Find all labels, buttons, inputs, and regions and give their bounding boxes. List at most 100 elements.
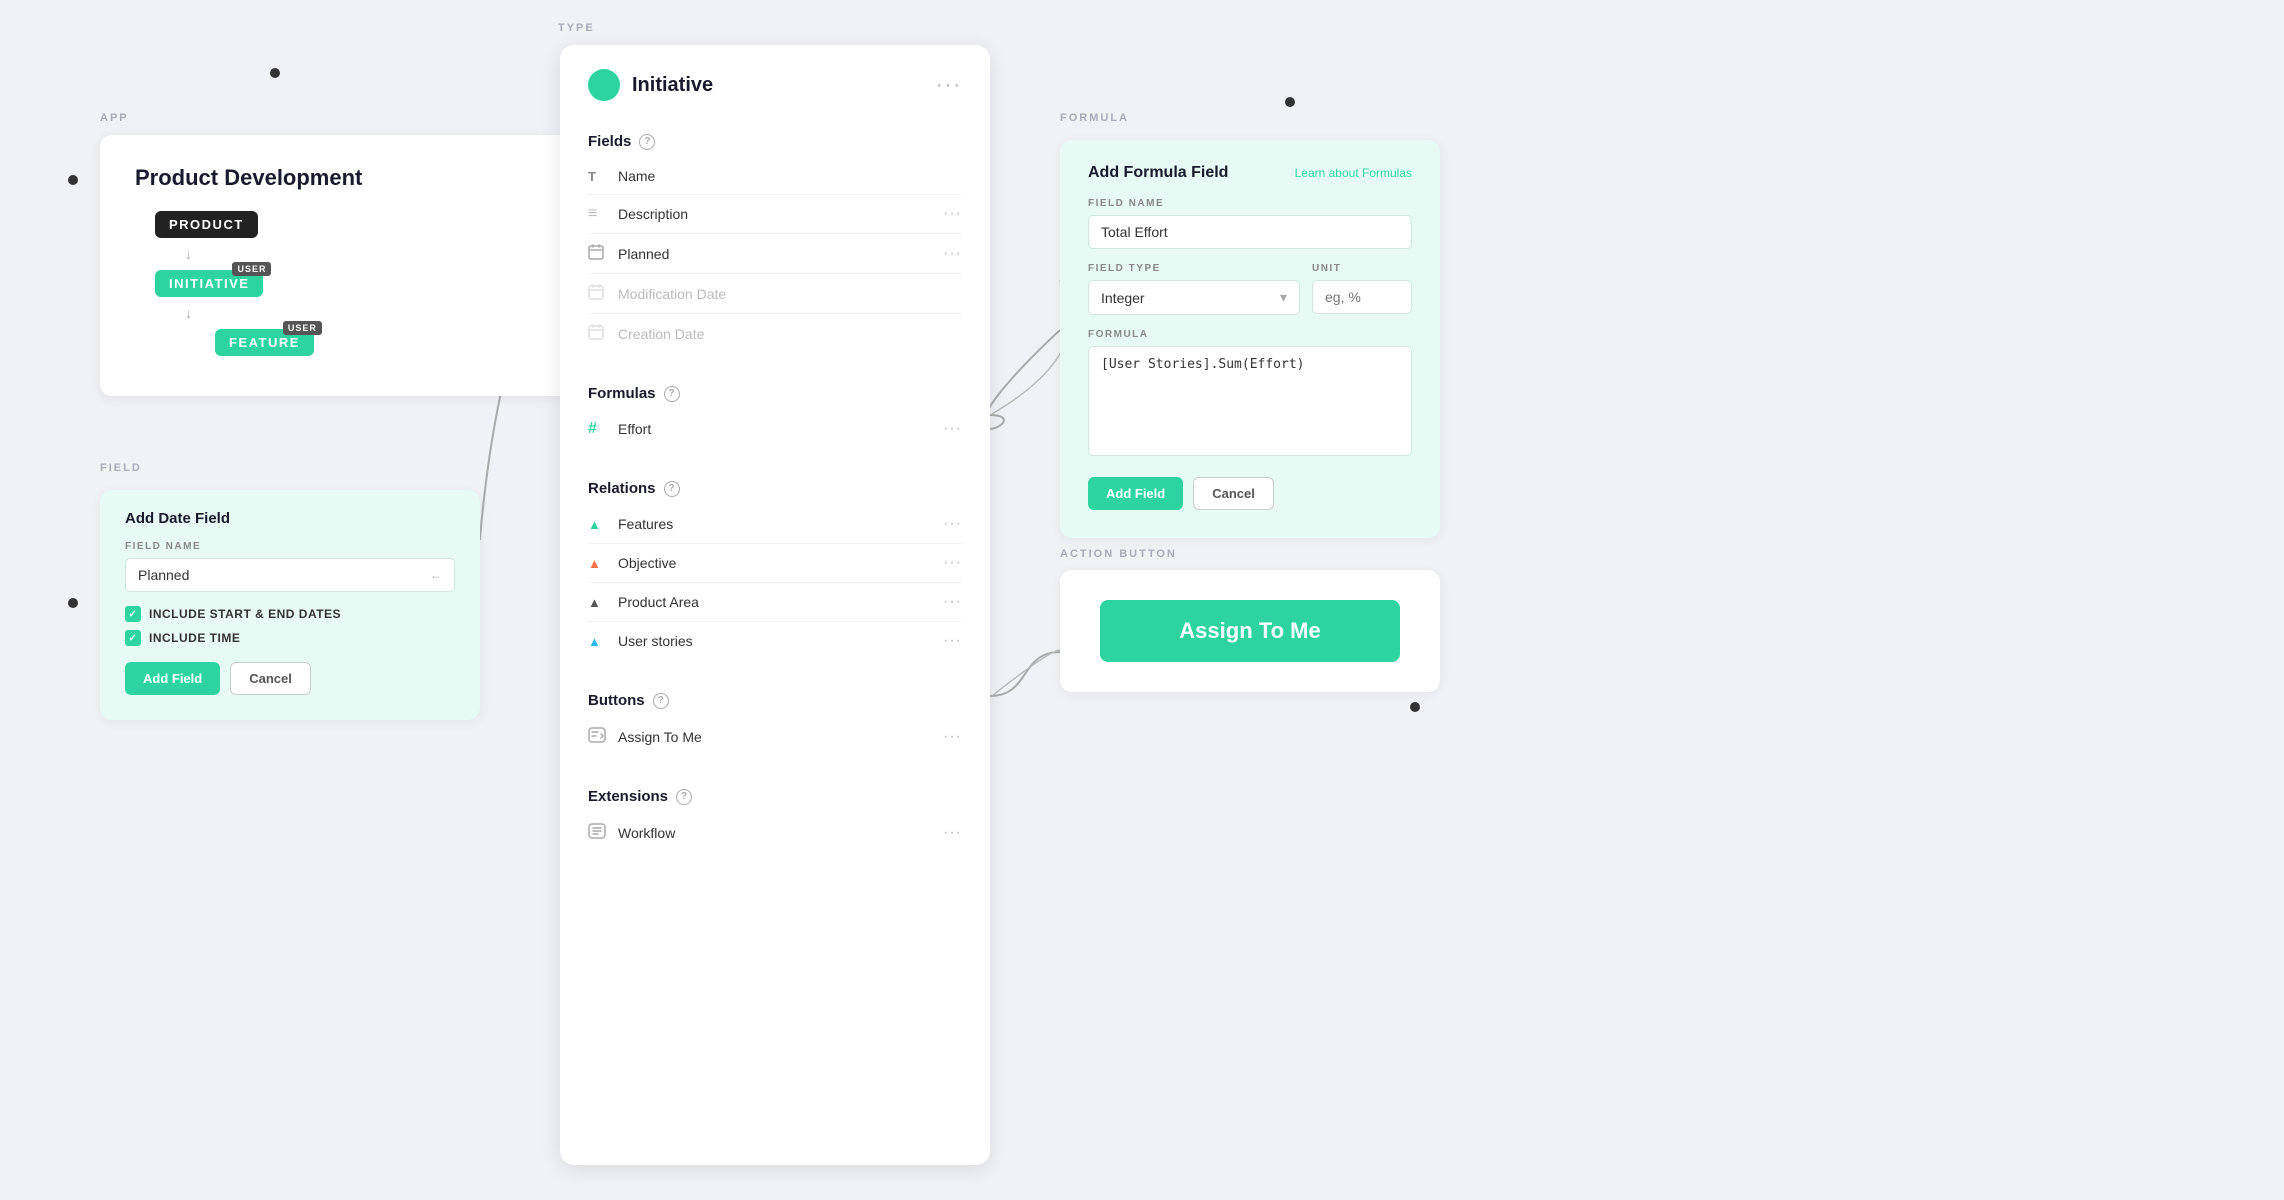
dot-1 <box>270 68 280 78</box>
field-row-objective: ▲ Objective ··· <box>588 544 962 583</box>
initiative-label: INITIATIVE <box>169 276 249 291</box>
assign-to-me-button[interactable]: Assign To Me <box>1100 600 1400 662</box>
formula-cancel-button[interactable]: Cancel <box>1193 477 1274 510</box>
formula-field-type-select[interactable]: Integer ▾ <box>1088 280 1300 315</box>
formula-unit-label: UNIT <box>1312 263 1412 274</box>
creation-icon <box>588 324 610 343</box>
formula-label: FORMULA <box>1060 112 1129 124</box>
field-row-description: ≡ Description ··· <box>588 195 962 234</box>
field-row-name: T Name <box>588 158 962 195</box>
extensions-title: Extensions <box>588 788 668 805</box>
field-label: FIELD <box>100 462 142 474</box>
field-row-assign: Assign To Me ··· <box>588 717 962 756</box>
dot-3 <box>68 175 78 185</box>
formula-add-button[interactable]: Add Field <box>1088 477 1183 510</box>
features-more-btn[interactable]: ··· <box>943 515 962 533</box>
formula-formula-label: FORMULA <box>1088 329 1412 340</box>
formula-field-name-input[interactable] <box>1088 215 1412 249</box>
assign-icon <box>588 727 610 746</box>
description-icon: ≡ <box>588 205 610 223</box>
product-area-more-btn[interactable]: ··· <box>943 593 962 611</box>
workflow-field-label: Workflow <box>618 825 943 841</box>
effort-more-btn[interactable]: ··· <box>943 420 962 438</box>
dot-4 <box>68 598 78 608</box>
checkbox-start-end[interactable]: INCLUDE START & END DATES <box>125 606 455 622</box>
description-field-label: Description <box>618 206 943 222</box>
field-input-arrow: ← <box>430 568 442 582</box>
arrow-down-2: ↓ <box>185 305 192 321</box>
arrow-down-1: ↓ <box>185 246 192 262</box>
checkbox-start-end-icon[interactable] <box>125 606 141 622</box>
select-chevron-icon: ▾ <box>1280 289 1287 306</box>
dot-5 <box>1410 702 1420 712</box>
app-label: APP <box>100 112 129 124</box>
effort-icon: # <box>588 420 610 438</box>
type-more-button[interactable]: ··· <box>936 74 962 97</box>
field-name-label: FIELD NAME <box>125 541 455 552</box>
field-name-input[interactable]: Planned ← <box>125 558 455 592</box>
checkbox-time-label: INCLUDE TIME <box>149 631 240 645</box>
field-add-button[interactable]: Add Field <box>125 662 220 695</box>
user-stories-more-btn[interactable]: ··· <box>943 632 962 650</box>
product-label: PRODUCT <box>169 217 244 232</box>
product-area-icon: ▲ <box>588 595 610 610</box>
checkbox-time-icon[interactable] <box>125 630 141 646</box>
formulas-title: Formulas <box>588 385 656 402</box>
product-box: PRODUCT <box>155 211 258 238</box>
buttons-title: Buttons <box>588 692 645 709</box>
planned-field-label: Planned <box>618 246 943 262</box>
field-type-value: Integer <box>1101 290 1145 306</box>
field-cancel-button[interactable]: Cancel <box>230 662 311 695</box>
action-section: Assign To Me <box>1060 570 1440 692</box>
features-field-label: Features <box>618 516 943 532</box>
formulas-section: Formulas ? # Effort ··· <box>560 371 990 448</box>
objective-more-btn[interactable]: ··· <box>943 554 962 572</box>
extensions-help-icon[interactable]: ? <box>676 789 692 805</box>
field-row-user-stories: ▲ User stories ··· <box>588 622 962 660</box>
assign-field-label: Assign To Me <box>618 729 943 745</box>
app-card: Product Development PRODUCT ↓ INITIATIVE… <box>100 135 590 396</box>
app-title: Product Development <box>135 165 555 191</box>
feature-badge: USER <box>283 321 322 335</box>
type-header: Initiative ··· <box>560 45 990 119</box>
learn-link[interactable]: Learn about Formulas <box>1295 166 1412 180</box>
formula-field-name-label: FIELD NAME <box>1088 198 1412 209</box>
user-stories-field-label: User stories <box>618 633 943 649</box>
type-title: Initiative <box>632 74 713 97</box>
field-row-product-area: ▲ Product Area ··· <box>588 583 962 622</box>
field-name-value: Planned <box>138 567 189 583</box>
field-card: Add Date Field FIELD NAME Planned ← INCL… <box>100 490 480 720</box>
assign-more-btn[interactable]: ··· <box>943 728 962 746</box>
feature-label: FEATURE <box>229 335 300 350</box>
objective-field-label: Objective <box>618 555 943 571</box>
checkbox-time[interactable]: INCLUDE TIME <box>125 630 455 646</box>
formula-panel: Add Formula Field Learn about Formulas F… <box>1060 140 1440 538</box>
field-row-creation: Creation Date <box>588 314 962 353</box>
buttons-help-icon[interactable]: ? <box>653 693 669 709</box>
creation-field-label: Creation Date <box>618 326 962 342</box>
checkbox-start-end-label: INCLUDE START & END DATES <box>149 607 341 621</box>
relations-section: Relations ? ▲ Features ··· ▲ Objective ·… <box>560 466 990 660</box>
extensions-section: Extensions ? Workflow ··· <box>560 774 990 852</box>
planned-icon <box>588 244 610 263</box>
workflow-more-btn[interactable]: ··· <box>943 824 962 842</box>
field-card-title: Add Date Field <box>125 510 455 527</box>
planned-more-btn[interactable]: ··· <box>943 245 962 263</box>
modification-icon <box>588 284 610 303</box>
field-row-effort: # Effort ··· <box>588 410 962 448</box>
fields-section: Fields ? T Name ≡ Description ··· Planne… <box>560 119 990 353</box>
dot-2 <box>1285 97 1295 107</box>
user-stories-icon: ▲ <box>588 634 610 649</box>
type-label: TYPE <box>558 22 595 34</box>
type-panel: Initiative ··· Fields ? T Name ≡ Descrip… <box>560 45 990 1165</box>
formula-unit-input[interactable] <box>1312 280 1412 314</box>
formula-textarea[interactable]: [User Stories].Sum(Effort) <box>1088 346 1412 456</box>
buttons-section: Buttons ? Assign To Me ··· <box>560 678 990 756</box>
field-row-planned: Planned ··· <box>588 234 962 274</box>
action-button-label: ACTION BUTTON <box>1060 548 1177 560</box>
formulas-help-icon[interactable]: ? <box>664 386 680 402</box>
description-more-btn[interactable]: ··· <box>943 205 962 223</box>
fields-help-icon[interactable]: ? <box>639 134 655 150</box>
formula-title: Add Formula Field <box>1088 164 1228 182</box>
relations-help-icon[interactable]: ? <box>664 481 680 497</box>
